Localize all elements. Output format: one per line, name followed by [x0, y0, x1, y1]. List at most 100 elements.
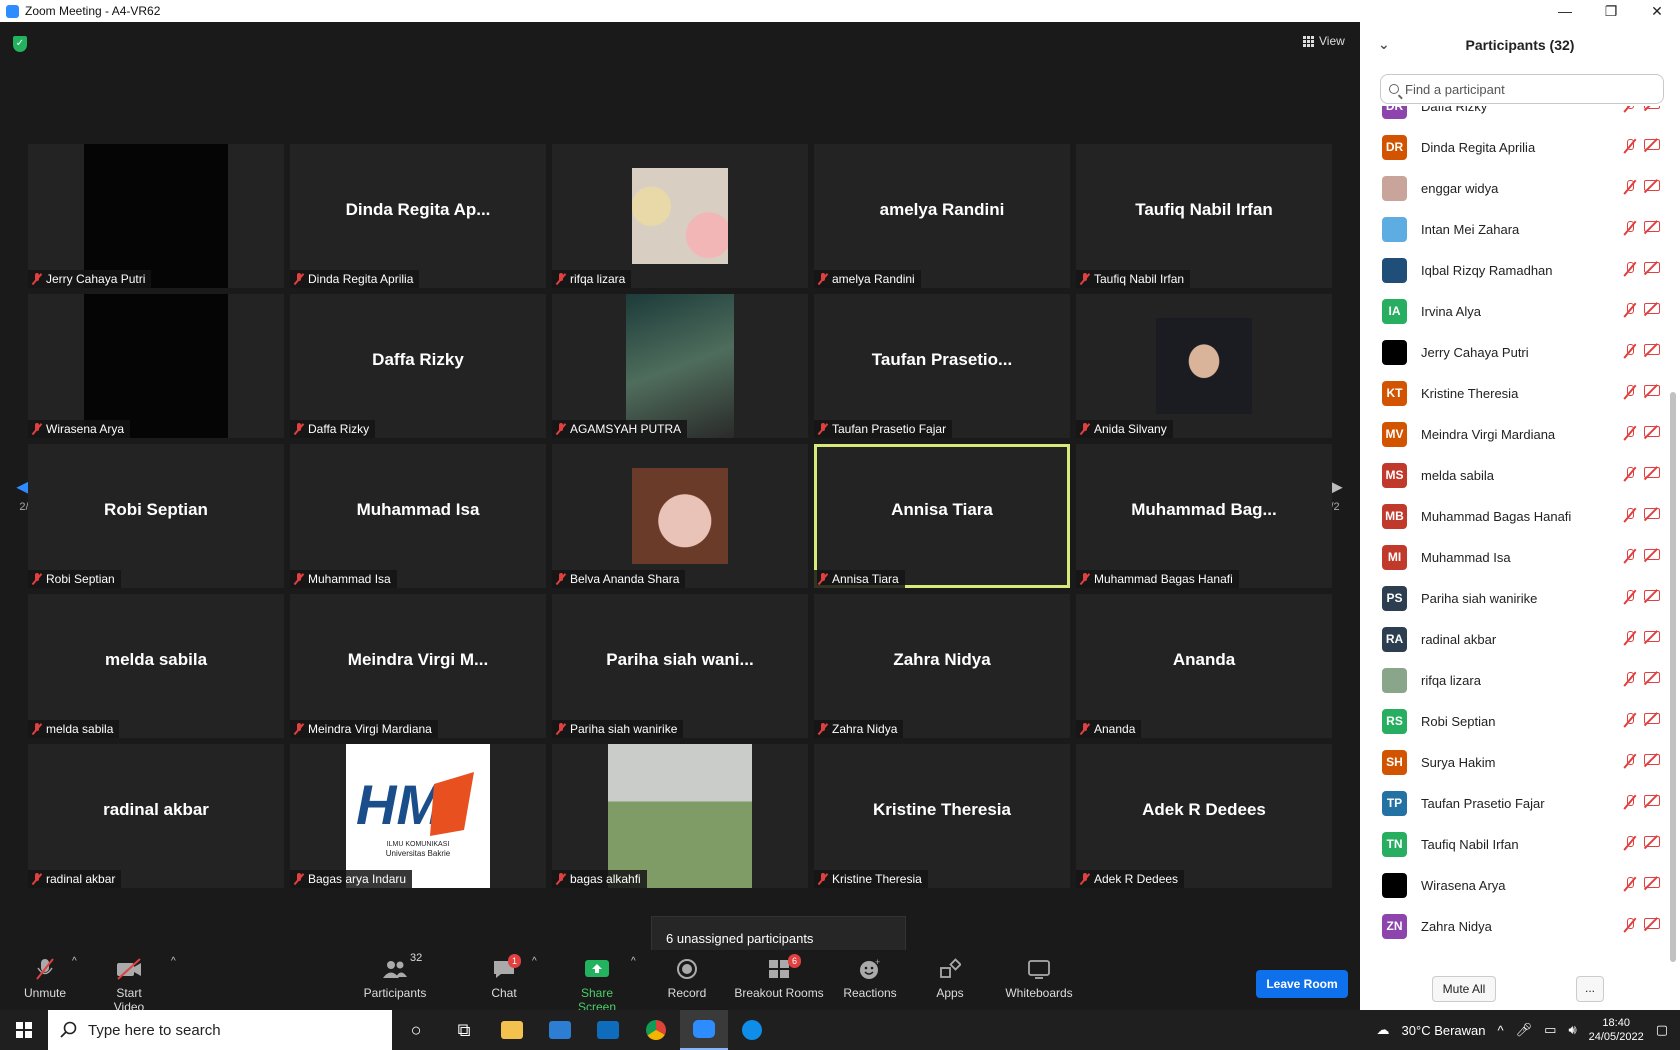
- participant-row[interactable]: MS melda sabila: [1360, 455, 1668, 496]
- participant-row[interactable]: PS Pariha siah wanirike: [1360, 578, 1668, 619]
- start-button[interactable]: [0, 1010, 48, 1050]
- video-tile[interactable]: Daffa Rizky Daffa Rizky: [290, 294, 546, 438]
- participant-list-scrollbar[interactable]: [1670, 392, 1676, 962]
- tile-name-label: AGAMSYAH PUTRA: [552, 420, 688, 438]
- participant-row[interactable]: TN Taufiq Nabil Irfan: [1360, 824, 1668, 865]
- video-tile[interactable]: Adek R Dedees Adek R Dedees: [1076, 744, 1332, 888]
- participant-row[interactable]: KT Kristine Theresia: [1360, 373, 1668, 414]
- video-tile[interactable]: Muhammad Bag... Muhammad Bagas Hanafi: [1076, 444, 1332, 588]
- participant-row[interactable]: RS Robi Septian: [1360, 701, 1668, 742]
- teamviewer-icon[interactable]: [728, 1010, 776, 1050]
- video-tile[interactable]: bagas alkahfi: [552, 744, 808, 888]
- video-tile[interactable]: Zahra Nidya Zahra Nidya: [814, 594, 1070, 738]
- participant-row[interactable]: MB Muhammad Bagas Hanafi: [1360, 496, 1668, 537]
- participant-row[interactable]: TP Taufan Prasetio Fajar: [1360, 783, 1668, 824]
- participant-row[interactable]: rifqa lizara: [1360, 660, 1668, 701]
- video-tile[interactable]: radinal akbar radinal akbar: [28, 744, 284, 888]
- taskbar-search-box[interactable]: Type here to search: [48, 1010, 392, 1050]
- mic-muted-icon: [1624, 106, 1636, 112]
- avatar: RA: [1382, 627, 1407, 652]
- video-tile[interactable]: rifqa lizara: [552, 144, 808, 288]
- participant-search-input[interactable]: Find a participant: [1380, 74, 1664, 104]
- video-tile[interactable]: HM ILMU KOMUNIKASI Universitas Bakrie Bagas…: [290, 744, 546, 888]
- audio-options-caret[interactable]: ^: [72, 956, 77, 967]
- avatar: [1382, 340, 1407, 365]
- restore-button[interactable]: ❐: [1588, 0, 1634, 22]
- participant-row[interactable]: IA Irvina Alya: [1360, 291, 1668, 332]
- video-tile[interactable]: Dinda Regita Ap... Dinda Regita Aprilia: [290, 144, 546, 288]
- unmute-button[interactable]: Unmute: [22, 956, 68, 1000]
- avatar: [1382, 217, 1407, 242]
- weather-icon[interactable]: ☁: [1377, 1022, 1390, 1038]
- notification-icon[interactable]: ▢: [1656, 1022, 1668, 1038]
- task-view-icon[interactable]: ⧉: [440, 1010, 488, 1050]
- mute-all-button[interactable]: Mute All: [1432, 976, 1496, 1002]
- participant-row[interactable]: Wirasena Arya: [1360, 865, 1668, 906]
- video-tile[interactable]: AGAMSYAH PUTRA: [552, 294, 808, 438]
- mail-icon[interactable]: [584, 1010, 632, 1050]
- chrome-icon[interactable]: [632, 1010, 680, 1050]
- start-video-button[interactable]: Start Video: [100, 956, 158, 1014]
- video-tile[interactable]: Muhammad Isa Muhammad Isa: [290, 444, 546, 588]
- participant-row[interactable]: ZN Zahra Nidya: [1360, 906, 1668, 947]
- cortana-icon[interactable]: ○: [392, 1010, 440, 1050]
- record-button[interactable]: Record: [666, 956, 708, 1000]
- breakout-rooms-button[interactable]: 6 Breakout Rooms: [734, 954, 824, 1000]
- video-tile[interactable]: Wirasena Arya: [28, 294, 284, 438]
- video-tile[interactable]: amelya Randini amelya Randini: [814, 144, 1070, 288]
- video-tile[interactable]: Kristine Theresia Kristine Theresia: [814, 744, 1070, 888]
- encryption-shield-icon[interactable]: ✓: [13, 36, 27, 52]
- video-tile[interactable]: Meindra Virgi M... Meindra Virgi Mardiana: [290, 594, 546, 738]
- view-button[interactable]: View: [1303, 34, 1345, 48]
- participant-row[interactable]: SH Surya Hakim: [1360, 742, 1668, 783]
- video-options-caret[interactable]: ^: [171, 956, 176, 967]
- store-icon[interactable]: [536, 1010, 584, 1050]
- participant-row[interactable]: MV Meindra Virgi Mardiana: [1360, 414, 1668, 455]
- video-tile[interactable]: melda sabila melda sabila: [28, 594, 284, 738]
- participant-row[interactable]: Iqbal Rizqy Ramadhan: [1360, 250, 1668, 291]
- tray-chevron-icon[interactable]: ^: [1498, 1023, 1504, 1038]
- video-tile[interactable]: Ananda Ananda: [1076, 594, 1332, 738]
- participant-row[interactable]: Intan Mei Zahara: [1360, 209, 1668, 250]
- whiteboards-button[interactable]: Whiteboards: [1004, 956, 1074, 1000]
- participant-row[interactable]: DR Dinda Regita Aprilia: [1360, 127, 1668, 168]
- video-tile[interactable]: Taufiq Nabil Irfan Taufiq Nabil Irfan: [1076, 144, 1332, 288]
- weather-text[interactable]: 30°C Berawan: [1402, 1023, 1486, 1038]
- participant-row[interactable]: MI Muhammad Isa: [1360, 537, 1668, 578]
- participant-name: Taufan Prasetio Fajar: [1421, 796, 1545, 811]
- chat-button[interactable]: 1 Chat: [486, 954, 522, 1000]
- collapse-chevron-icon[interactable]: ⌄: [1378, 36, 1390, 53]
- video-tile[interactable]: Taufan Prasetio... Taufan Prasetio Fajar: [814, 294, 1070, 438]
- network-icon[interactable]: ▭: [1544, 1022, 1556, 1038]
- share-screen-button[interactable]: Share Screen: [561, 956, 633, 1014]
- leave-room-button[interactable]: Leave Room: [1256, 970, 1348, 998]
- tile-name-label: bagas alkahfi: [552, 870, 647, 888]
- search-icon: [60, 1021, 77, 1038]
- participants-button[interactable]: 32 Participants: [362, 952, 428, 1000]
- participant-row[interactable]: Jerry Cahaya Putri: [1360, 332, 1668, 373]
- video-tile[interactable]: Anida Silvany: [1076, 294, 1332, 438]
- participant-row[interactable]: RA radinal akbar: [1360, 619, 1668, 660]
- participant-row[interactable]: DR Daffa Rizky: [1360, 106, 1668, 127]
- minimize-button[interactable]: —: [1542, 0, 1588, 22]
- zoom-taskbar-icon[interactable]: [680, 1010, 728, 1050]
- video-tile[interactable]: Belva Ananda Shara: [552, 444, 808, 588]
- file-explorer-icon[interactable]: [488, 1010, 536, 1050]
- close-button[interactable]: ✕: [1634, 0, 1680, 22]
- volume-icon[interactable]: 🔊︎: [1568, 1022, 1576, 1038]
- reactions-button[interactable]: + Reactions: [843, 956, 897, 1000]
- participant-row[interactable]: enggar widya: [1360, 168, 1668, 209]
- video-tile[interactable]: Robi Septian Robi Septian: [28, 444, 284, 588]
- more-options-button[interactable]: ...: [1576, 976, 1604, 1002]
- share-options-caret[interactable]: ^: [631, 956, 636, 967]
- chat-options-caret[interactable]: ^: [532, 956, 537, 967]
- tile-display-name: Annisa Tiara: [891, 500, 993, 519]
- tile-display-name: Ananda: [1172, 650, 1236, 669]
- video-tile[interactable]: Annisa Tiara Annisa Tiara: [814, 444, 1070, 588]
- microphone-tray-icon[interactable]: 🎤︎: [1516, 1022, 1533, 1038]
- video-tile[interactable]: Pariha siah wani... Pariha siah wanirike: [552, 594, 808, 738]
- clock[interactable]: 18:40 24/05/2022: [1589, 1016, 1644, 1044]
- tile-display-name: Robi Septian: [104, 500, 208, 519]
- video-tile[interactable]: Jerry Cahaya Putri: [28, 144, 284, 288]
- apps-button[interactable]: Apps: [934, 956, 966, 1000]
